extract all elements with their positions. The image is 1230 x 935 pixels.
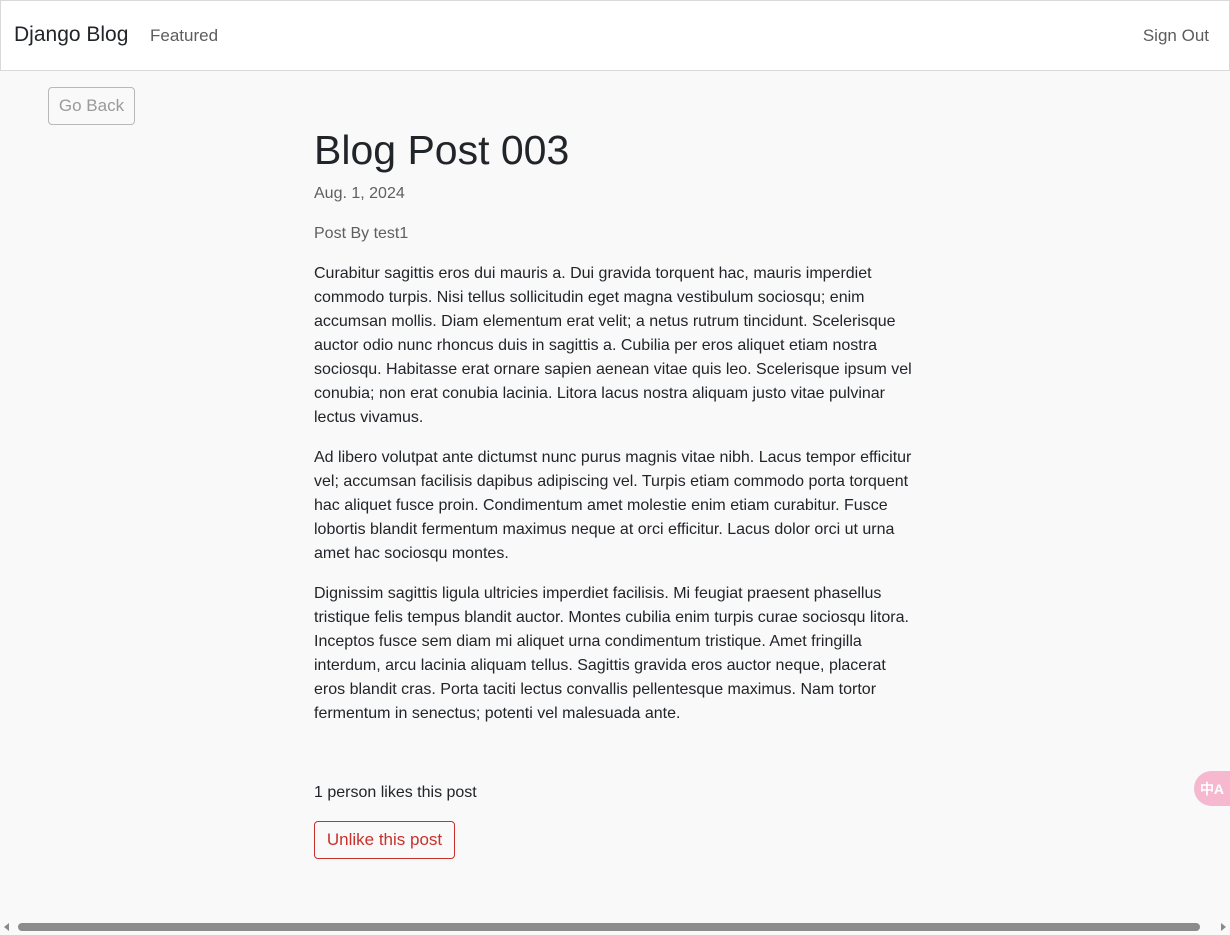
blog-post: Blog Post 003 Aug. 1, 2024 Post By test1… xyxy=(314,124,918,742)
post-author: Post By test1 xyxy=(314,225,409,242)
scroll-left-arrow-icon[interactable] xyxy=(4,923,9,931)
post-paragraph: Ad libero volutpat ante dictumst nunc pu… xyxy=(314,449,912,562)
post-title: Blog Post 003 xyxy=(314,127,570,173)
horizontal-scrollbar[interactable] xyxy=(0,919,1230,935)
brand-link[interactable]: Django Blog xyxy=(14,21,128,49)
translate-widget[interactable]: 中A xyxy=(1194,771,1230,806)
scrollbar-thumb[interactable] xyxy=(18,923,1200,931)
nav-link-featured[interactable]: Featured xyxy=(150,25,218,47)
unlike-button[interactable]: Unlike this post xyxy=(314,821,455,859)
go-back-button[interactable]: Go Back xyxy=(48,87,135,125)
sign-out-link[interactable]: Sign Out xyxy=(1143,25,1209,47)
post-paragraph: Curabitur sagittis eros dui mauris a. Du… xyxy=(314,265,912,426)
post-date: Aug. 1, 2024 xyxy=(314,185,405,202)
likes-count: 1 person likes this post xyxy=(314,784,477,801)
page: Django Blog Featured Sign Out Go Back Bl… xyxy=(0,0,1230,935)
post-paragraph: Dignissim sagittis ligula ultricies impe… xyxy=(314,585,909,722)
translate-icon: 中A xyxy=(1199,780,1225,797)
navbar: Django Blog Featured Sign Out xyxy=(0,0,1230,71)
scroll-right-arrow-icon[interactable] xyxy=(1221,923,1226,931)
